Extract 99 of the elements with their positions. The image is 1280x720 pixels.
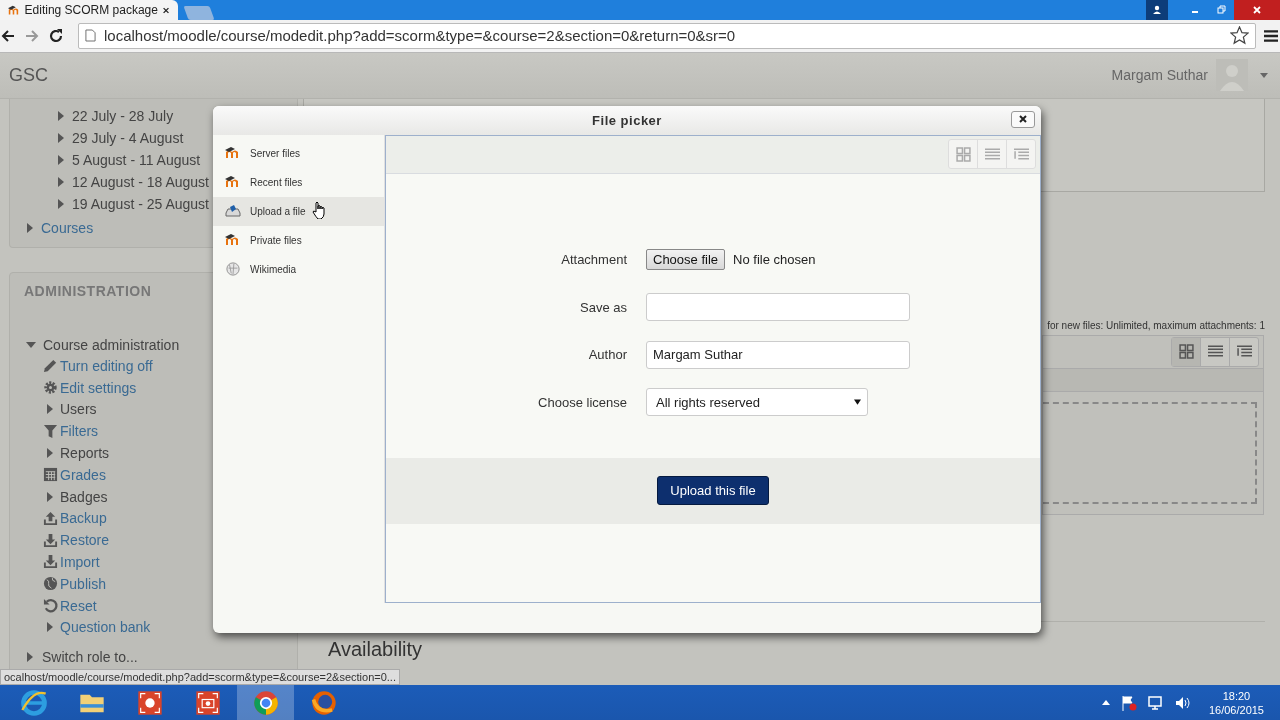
browser-tab[interactable]: Editing SCORM package [0,0,178,20]
week-item[interactable]: 22 July - 28 July [72,107,174,124]
admin-menu-item[interactable]: Turn editing off [60,357,153,374]
repository-item[interactable]: Server files [213,138,384,168]
forward-icon[interactable] [24,27,40,44]
admin-menu-item[interactable]: Filters [60,423,99,440]
license-dropdown[interactable]: All rights reserved [646,388,868,417]
input-field[interactable] [646,293,910,322]
moodle-logo-icon [225,233,241,248]
upload-tray-icon [225,204,241,219]
admin-menu-item[interactable]: Edit settings [60,379,137,396]
expand-icon[interactable] [26,341,36,348]
caret-icon[interactable] [1260,72,1268,78]
gear-icon [42,380,58,396]
refresh-icon [42,598,58,613]
admin-menu-item[interactable]: Switch role to... [42,649,138,666]
upload-icon [42,510,58,526]
show-hidden-icon[interactable] [1101,700,1110,705]
repository-item[interactable]: Recent files [213,167,384,197]
network-icon[interactable] [1147,694,1164,711]
expand-icon[interactable] [58,154,64,165]
tree-list-icon [1236,344,1252,360]
tab-title: Editing SCORM package [24,3,158,17]
admin-menu-item[interactable]: Publish [60,575,106,592]
upload-button[interactable]: Upload this file [657,476,769,506]
moodle-logo-icon [8,4,21,16]
moodle-logo-icon [225,175,241,190]
filter-icon [42,423,58,439]
list-icon [1207,344,1223,360]
tree-list-icon [1013,146,1029,162]
field-label: Author [587,347,628,363]
clock[interactable]: 18:20 16/06/2015 [1208,688,1264,717]
caret-icon [854,399,861,406]
admin-menu-item[interactable]: Grades [60,466,106,483]
dialog-title: File picker [592,112,662,128]
hand-cursor-icon [312,200,326,219]
expand-icon[interactable] [47,622,53,633]
back-icon[interactable] [0,27,16,44]
block-title: ADMINISTRATION [23,282,153,299]
expand-icon[interactable] [47,404,53,415]
expand-icon[interactable] [58,198,64,209]
address-bar[interactable]: localhost/moodle/course/modedit.php?add=scorm&type=&course=2&section=0&return=0&sr=0 [78,22,1256,49]
admin-menu-item[interactable]: Import [60,553,100,570]
download-icon [42,554,58,570]
reload-icon[interactable] [48,27,64,44]
files-note: for new files: Unlimited, maximum attachments: 1 [1047,319,1265,331]
table-icon [42,467,58,483]
expand-icon[interactable] [47,491,53,502]
moodle-logo-icon [225,146,241,161]
admin-menu-item[interactable]: Reset [60,597,97,614]
repository-item[interactable]: Private files [213,225,384,255]
flag-icon[interactable] [1120,694,1137,711]
expand-icon[interactable] [58,132,64,143]
file-status: No file chosen [733,252,816,268]
expand-icon[interactable] [58,176,64,187]
choose-file-button[interactable]: Choose file [646,249,726,271]
expand-icon[interactable] [58,110,64,121]
admin-menu-item[interactable]: Reports [60,444,110,461]
menu-icon[interactable] [1264,28,1278,43]
admin-menu-item[interactable]: Badges [60,488,108,505]
site-name[interactable]: GSC [9,64,48,86]
week-item[interactable]: 29 July - 4 August [72,129,184,146]
pencil-icon [42,358,58,374]
field-label: Save as [579,299,628,315]
expand-icon[interactable] [27,222,33,233]
admin-menu-item[interactable]: Restore [60,532,110,549]
close-icon[interactable] [161,5,170,15]
week-item[interactable]: 19 August - 25 August [72,195,209,212]
courses-link[interactable]: Courses [41,219,94,236]
status-url: ocalhost/moodle/course/modedit.php?add=scorm&type=&course=2&section=0... [0,669,400,685]
admin-menu-item[interactable]: Backup [60,510,107,527]
close-button[interactable] [1011,110,1035,128]
grid-view-button[interactable] [1172,337,1200,366]
globe-icon [42,576,58,592]
section-heading[interactable]: Course administration [43,336,180,353]
repository-item[interactable]: Upload a file [213,196,384,226]
restore-icon [1216,5,1226,15]
profile-button[interactable] [1146,0,1168,20]
section-heading[interactable]: Availability [328,637,423,661]
admin-menu-item[interactable]: Question bank [60,619,151,636]
field-label: Choose license [537,394,628,410]
download-icon [42,532,58,548]
person-icon [1152,5,1162,15]
week-item[interactable]: 5 August - 11 August [72,151,201,168]
list-icon [984,146,1000,162]
grid-icon [955,146,971,162]
globe-icon [225,262,241,277]
user-name[interactable]: Margam Suthar [1111,67,1208,84]
expand-icon[interactable] [47,447,53,458]
input-field[interactable]: Margam Suthar [646,340,910,369]
admin-menu-item[interactable]: Users [60,401,97,418]
close-icon [1018,114,1028,125]
close-icon [1252,5,1262,15]
field-label: Attachment [560,252,628,268]
chrome-icon[interactable] [237,685,294,720]
grid-icon [1178,344,1194,360]
repository-item[interactable]: Wikimedia [213,254,384,284]
expand-icon[interactable] [27,652,33,663]
week-item[interactable]: 12 August - 18 August [72,173,209,190]
